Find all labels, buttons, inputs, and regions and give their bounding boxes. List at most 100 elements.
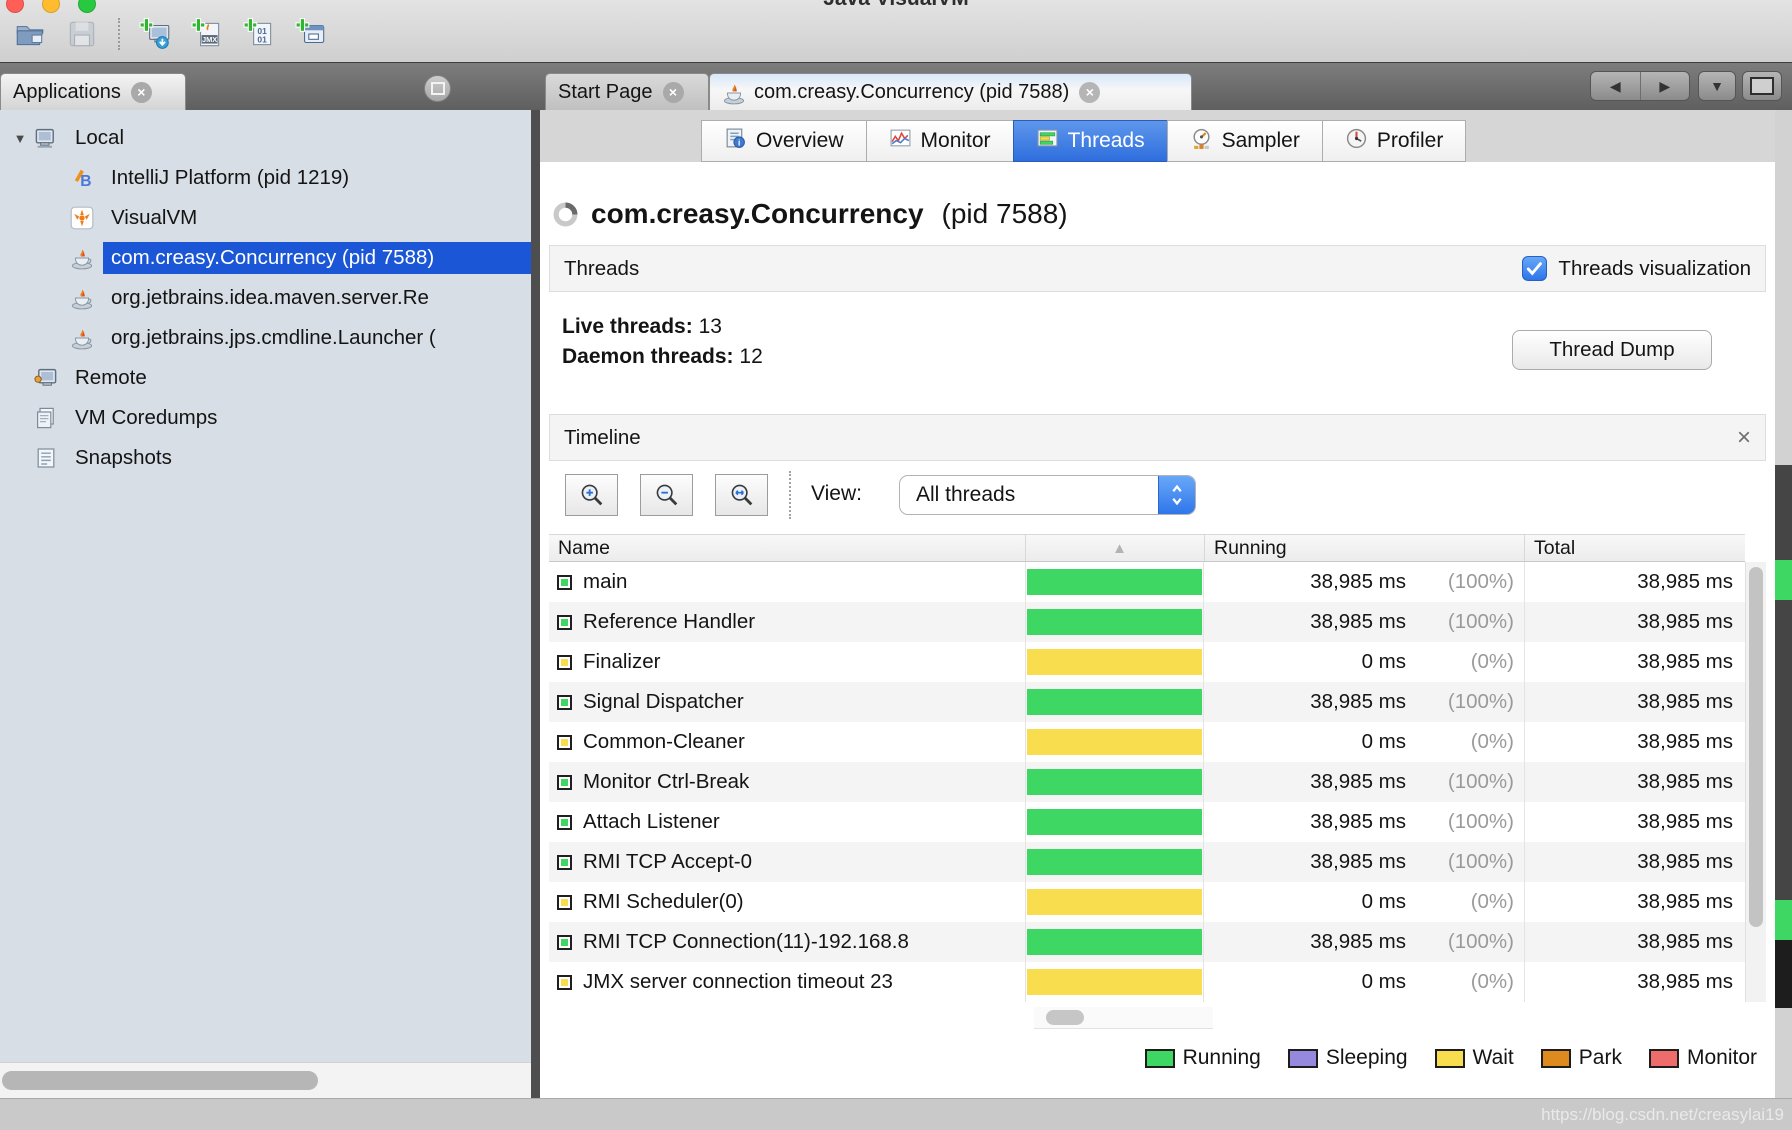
panel-splitter[interactable] — [531, 110, 540, 1098]
subtab-monitor[interactable]: Monitor — [866, 120, 1014, 162]
thread-state-icon — [557, 655, 572, 670]
tree-item[interactable]: VisualVM — [0, 198, 531, 238]
heading-app-pid: (pid 7588) — [942, 198, 1068, 230]
tree-item[interactable]: Remote — [0, 358, 531, 398]
table-row[interactable]: main 38,985 ms(100%) 38,985 ms — [549, 562, 1745, 602]
subtab-profiler[interactable]: Profiler — [1322, 120, 1467, 162]
tab-list-dropdown-button[interactable]: ▼ — [1698, 71, 1736, 101]
svg-text:i: i — [738, 137, 740, 147]
thread-state-icon — [557, 735, 572, 750]
thread-running-value: 38,985 ms — [1204, 810, 1406, 834]
applications-sidebar: ▼ Local B IntelliJ Platform (pid 1219) V… — [0, 110, 531, 1098]
zoom-out-button[interactable] — [640, 474, 693, 516]
window-title: Java VisualVM — [0, 0, 1792, 11]
sidebar-scrollbar-thumb[interactable] — [2, 1071, 318, 1090]
thread-timeline-cell — [1025, 602, 1204, 642]
threads-visualization-checkbox[interactable] — [1522, 256, 1547, 281]
tab-application[interactable]: com.creasy.Concurrency (pid 7588) × — [709, 73, 1192, 110]
view-dropdown[interactable]: All threads — [899, 475, 1196, 515]
timeline-hscrollbar-thumb[interactable] — [1046, 1010, 1084, 1025]
legend-color-box — [1145, 1049, 1175, 1068]
thread-state-icon — [557, 775, 572, 790]
add-vm-coredump-button[interactable]: 0101 — [242, 16, 278, 52]
tree-item[interactable]: org.jetbrains.idea.maven.server.Re — [0, 278, 531, 318]
maximize-view-button[interactable] — [1742, 71, 1782, 101]
column-header-total[interactable]: Total — [1524, 535, 1745, 561]
tab-application-close-icon[interactable]: × — [1079, 82, 1100, 103]
thread-state-icon — [557, 935, 572, 950]
daemon-threads-value: 12 — [739, 345, 762, 368]
subtab-icon: i — [724, 127, 747, 156]
tab-scroll-left-button[interactable]: ◀ — [1591, 78, 1640, 95]
zoom-in-button[interactable] — [565, 474, 618, 516]
thread-timeline-cell — [1025, 922, 1204, 962]
add-jmx-connection-button[interactable]: JMX — [190, 16, 226, 52]
add-application-snapshot-button[interactable] — [294, 16, 330, 52]
column-header-running[interactable]: Running — [1204, 535, 1524, 561]
maximize-panel-button[interactable] — [424, 75, 451, 102]
tree-item-label: com.creasy.Concurrency (pid 7588) — [103, 242, 531, 274]
thread-state-icon — [557, 575, 572, 590]
tab-scroll-buttons: ◀ ▶ — [1590, 71, 1690, 101]
tree-item[interactable]: com.creasy.Concurrency (pid 7588) — [0, 238, 531, 278]
thread-total-value: 38,985 ms — [1524, 642, 1745, 682]
tree-item[interactable]: Snapshots — [0, 438, 531, 478]
tab-start-page-close-icon[interactable]: × — [663, 82, 684, 103]
table-row[interactable]: RMI TCP Connection(11)-192.168.8 38,985 … — [549, 922, 1745, 962]
thread-name: Reference Handler — [583, 610, 755, 634]
live-threads-value: 13 — [699, 315, 722, 338]
applications-panel-close-icon[interactable]: × — [131, 82, 152, 103]
tree-item[interactable]: ▼ Local — [0, 118, 531, 158]
tree-item-icon — [70, 206, 94, 230]
thread-timeline-cell — [1025, 682, 1204, 722]
thread-timeline-bar — [1027, 649, 1202, 675]
subtab-overview[interactable]: i Overview — [701, 120, 867, 162]
tab-start-page-label: Start Page — [558, 81, 653, 104]
tree-item[interactable]: org.jetbrains.jps.cmdline.Launcher ( — [0, 318, 531, 358]
table-row[interactable]: JMX server connection timeout 23 0 ms(0%… — [549, 962, 1745, 1002]
table-row[interactable]: Finalizer 0 ms(0%) 38,985 ms — [549, 642, 1745, 682]
tree-item[interactable]: B IntelliJ Platform (pid 1219) — [0, 158, 531, 198]
tree-item-label: Snapshots — [67, 442, 180, 474]
tab-scroll-right-button[interactable]: ▶ — [1641, 78, 1690, 95]
expander-icon[interactable]: ▼ — [6, 131, 34, 146]
save-snapshot-button[interactable] — [64, 16, 100, 52]
tree-item[interactable]: VM Coredumps — [0, 398, 531, 438]
thread-dump-button[interactable]: Thread Dump — [1512, 330, 1712, 370]
table-row[interactable]: Monitor Ctrl-Break 38,985 ms(100%) 38,98… — [549, 762, 1745, 802]
column-header-timeline[interactable]: ▲ — [1025, 535, 1204, 561]
thread-state-icon — [557, 855, 572, 870]
thread-name: Finalizer — [583, 650, 660, 674]
tree-item-label: Remote — [67, 362, 155, 394]
table-row[interactable]: RMI Scheduler(0) 0 ms(0%) 38,985 ms — [549, 882, 1745, 922]
legend-color-box — [1288, 1049, 1318, 1068]
fit-width-button[interactable] — [715, 474, 768, 516]
sidebar-horizontal-scrollbar[interactable] — [0, 1062, 531, 1098]
tree-item-label: org.jetbrains.jps.cmdline.Launcher ( — [103, 322, 444, 354]
timeline-section-label: Timeline — [564, 426, 641, 450]
threads-view-content: com.creasy.Concurrency (pid 7588) Thread… — [540, 162, 1775, 1098]
subtab-sampler[interactable]: Sampler — [1167, 120, 1323, 162]
thread-name: JMX server connection timeout 23 — [583, 970, 893, 994]
applications-panel-tab[interactable]: Applications × — [0, 73, 186, 110]
table-vertical-scrollbar[interactable] — [1745, 562, 1766, 1002]
table-row[interactable]: Common-Cleaner 0 ms(0%) 38,985 ms — [549, 722, 1745, 762]
application-heading: com.creasy.Concurrency (pid 7588) — [552, 198, 1068, 230]
applications-tree: ▼ Local B IntelliJ Platform (pid 1219) V… — [0, 118, 531, 478]
tab-start-page[interactable]: Start Page × — [545, 73, 709, 110]
table-row[interactable]: Signal Dispatcher 38,985 ms(100%) 38,985… — [549, 682, 1745, 722]
column-header-name[interactable]: Name — [549, 535, 1025, 561]
table-row[interactable]: RMI TCP Accept-0 38,985 ms(100%) 38,985 … — [549, 842, 1745, 882]
table-row[interactable]: Attach Listener 38,985 ms(100%) 38,985 m… — [549, 802, 1745, 842]
tree-item-label: VisualVM — [103, 202, 205, 234]
timeline-close-icon[interactable]: × — [1737, 428, 1751, 448]
fit-width-icon — [728, 481, 756, 509]
view-label: View: — [811, 482, 862, 506]
timeline-horizontal-scrollbar[interactable] — [1034, 1007, 1213, 1029]
table-vscrollbar-thumb[interactable] — [1749, 567, 1763, 927]
add-remote-host-button[interactable] — [138, 16, 174, 52]
table-row[interactable]: Reference Handler 38,985 ms(100%) 38,985… — [549, 602, 1745, 642]
open-snapshot-button[interactable] — [12, 16, 48, 52]
subtab-threads[interactable]: Threads — [1013, 120, 1168, 162]
thread-running-pct: (0%) — [1406, 650, 1514, 674]
